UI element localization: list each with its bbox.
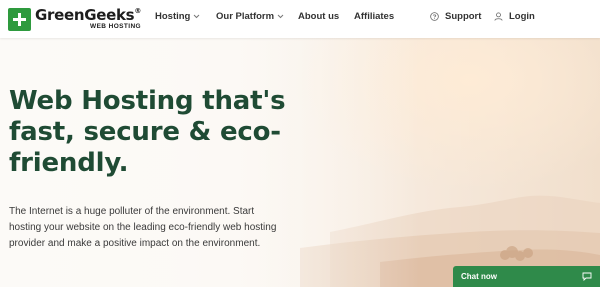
nav-support[interactable]: Support (430, 11, 481, 22)
nav-platform-label: Our Platform (216, 11, 275, 22)
chevron-down-icon (277, 14, 284, 19)
question-circle-icon (430, 12, 439, 21)
nav-about-us[interactable]: About us (298, 11, 339, 22)
nav-login[interactable]: Login (494, 11, 535, 22)
plus-icon (8, 7, 31, 31)
chat-label: Chat now (461, 272, 497, 281)
user-icon (494, 12, 503, 21)
nav-about-label: About us (298, 11, 340, 22)
nav-login-label: Login (509, 11, 535, 22)
hero-description: The Internet is a huge polluter of the e… (9, 206, 277, 249)
brand-tagline: WEB HOSTING (90, 22, 142, 30)
brand-name: GreenGeeks® (35, 5, 142, 24)
speech-bubble-icon (582, 272, 592, 281)
nav-our-platform[interactable]: Our Platform (216, 11, 284, 22)
nav-support-label: Support (445, 11, 482, 22)
chat-now-button[interactable]: Chat now (453, 266, 600, 287)
nav-hosting[interactable]: Hosting (155, 11, 200, 22)
chevron-down-icon (194, 14, 200, 19)
nav-hosting-label: Hosting (155, 11, 191, 22)
site-header: GreenGeeks® WEB HOSTING Hosting Our Plat… (0, 0, 600, 38)
hero-title: Web Hosting that's fast, secure & eco-fr… (9, 86, 286, 178)
nav-affiliates-label: Affiliates (354, 11, 395, 22)
brand-logo[interactable]: GreenGeeks® WEB HOSTING (8, 6, 141, 32)
nav-affiliates[interactable]: Affiliates (354, 11, 394, 22)
